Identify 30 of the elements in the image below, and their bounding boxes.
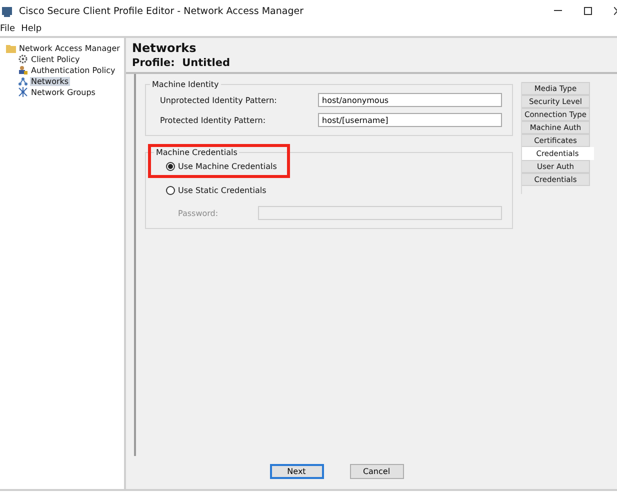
group-title: Machine Identity (151, 80, 220, 89)
page-title: Networks (132, 41, 198, 55)
field-label: Protected Identity Pattern: (160, 116, 266, 124)
window-title: Cisco Secure Client Profile Editor - Network Access Manager (19, 6, 304, 16)
network-group-icon (18, 87, 28, 97)
maximize-icon[interactable] (584, 7, 592, 15)
gear-icon (18, 54, 28, 64)
menu-item[interactable]: File (0, 24, 16, 34)
input-field[interactable]: host/[username] (318, 113, 502, 127)
dialog-button[interactable]: Cancel (350, 464, 404, 479)
radio-option[interactable]: Use Machine Credentials (166, 162, 277, 171)
tree-item[interactable]: Networks (30, 76, 70, 86)
network-icon (18, 76, 28, 86)
close-icon[interactable] (614, 7, 617, 15)
input-field[interactable]: host/anonymous (318, 93, 502, 107)
user-lock-icon (18, 65, 28, 75)
tree-item[interactable]: Network Access Manager (18, 44, 121, 52)
minimize-icon[interactable] (554, 10, 562, 12)
tree-item[interactable]: Client Policy (30, 54, 81, 64)
tree-item[interactable]: Authentication Policy (30, 66, 116, 74)
tree-item[interactable]: Network Groups (30, 88, 96, 96)
radio-option[interactable]: Use Static Credentials (166, 186, 266, 195)
menu-item[interactable]: Help (21, 24, 42, 34)
field-label: Unprotected Identity Pattern: (160, 96, 277, 104)
group-title: Machine Credentials (154, 148, 240, 157)
dialog-button[interactable]: Next (270, 464, 324, 479)
folder-icon (6, 43, 16, 53)
profile-title: Profile: Untitled (132, 57, 231, 69)
app-icon (2, 6, 13, 16)
field-label: Password: (178, 208, 218, 218)
